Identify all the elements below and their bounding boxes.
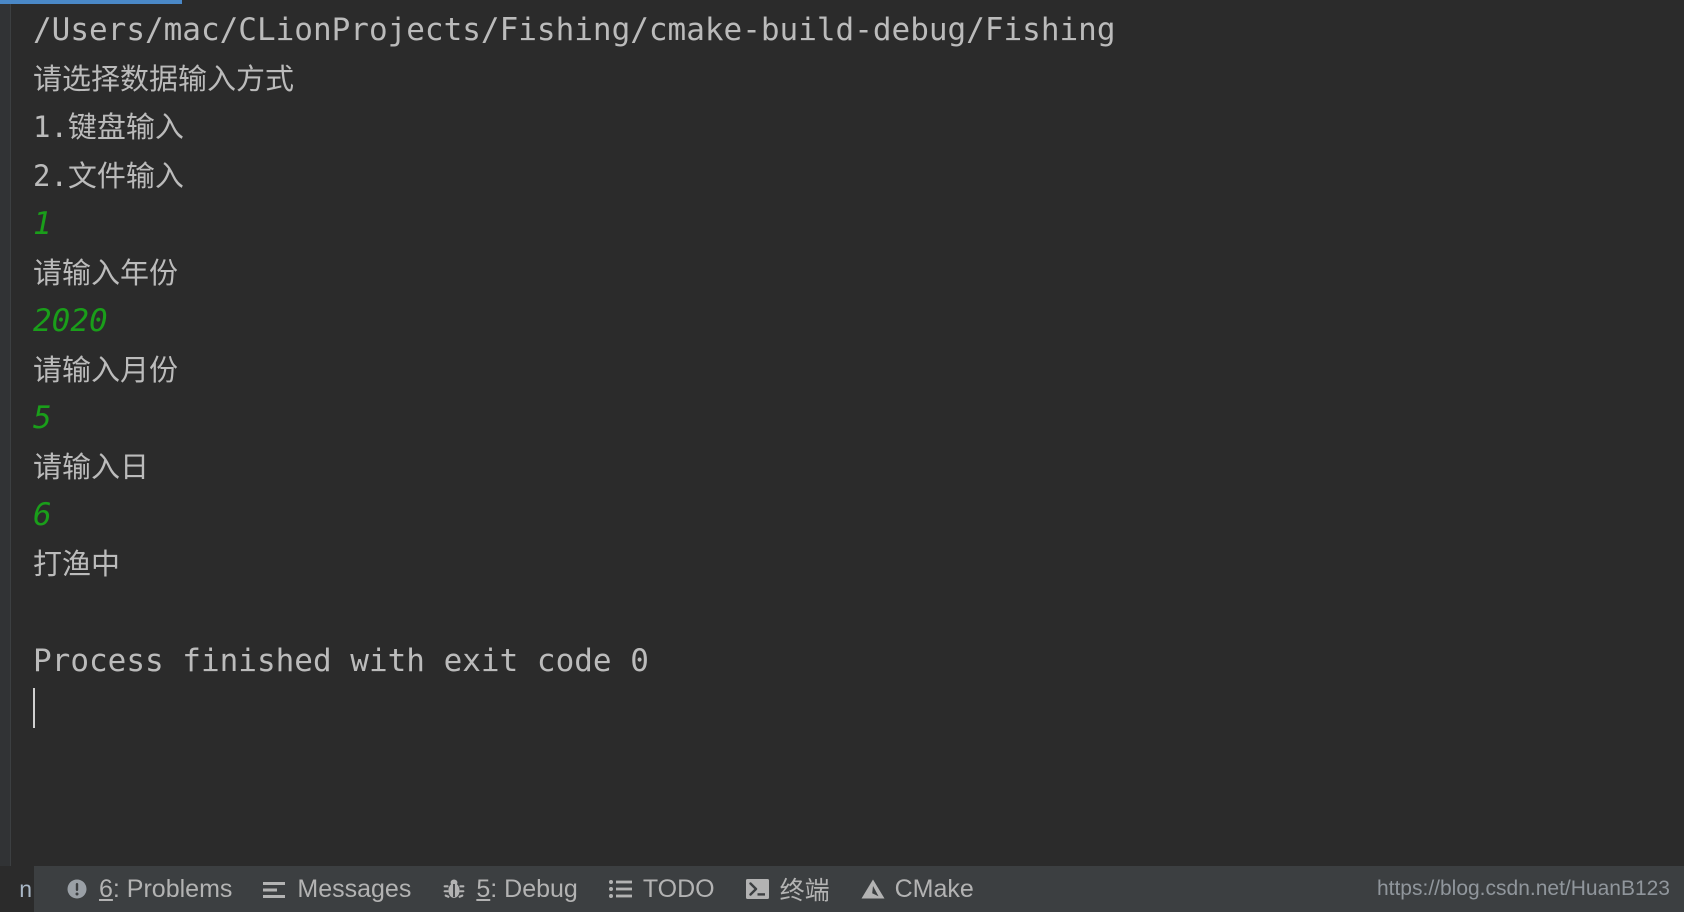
statusbar-item-6-problems[interactable]: 6: Problems — [56, 866, 254, 912]
statusbar-item-text: : Problems — [112, 874, 233, 903]
console-line: 请选择数据输入方式 — [33, 61, 295, 96]
statusbar-item-5-debug[interactable]: 5: Debug — [433, 866, 599, 912]
statusbar-item-todo[interactable]: TODO — [600, 866, 737, 912]
statusbar-item-label: Messages — [297, 874, 412, 903]
console-line: 打渔中 — [33, 546, 121, 581]
messages-lines-icon — [262, 876, 288, 902]
todo-list-icon — [608, 876, 634, 902]
statusbar-item-label: 终端 — [779, 877, 830, 905]
console-output[interactable]: /Users/mac/CLionProjects/Fishing/cmake-b… — [11, 0, 1684, 866]
watermark-url: https://blog.csdn.net/HuanB123 — [1376, 877, 1670, 900]
statusbar-item-text: : Debug — [490, 874, 578, 903]
console-line: 2020 — [33, 303, 108, 339]
text-cursor-icon — [33, 687, 35, 728]
console-line: /Users/mac/CLionProjects/Fishing/cmake-b… — [33, 12, 1116, 48]
statusbar-item-label: 5: Debug — [476, 875, 577, 904]
cmake-triangle-icon — [860, 876, 886, 902]
statusbar-item-mnemonic: 5 — [476, 874, 491, 903]
console-line: 请输入日 — [33, 449, 150, 484]
terminal-icon — [745, 876, 771, 902]
console-line: 请输入月份 — [33, 352, 179, 387]
error-circle-icon — [64, 876, 90, 902]
statusbar-item-label: TODO — [642, 874, 715, 903]
statusbar-item-label: CMake — [894, 874, 974, 903]
clion-run-tool-window: /Users/mac/CLionProjects/Fishing/cmake-b… — [0, 0, 1684, 912]
console-line: 1 — [33, 206, 52, 242]
console-line: 5 — [33, 400, 52, 436]
bug-icon — [441, 876, 467, 902]
statusbar-item-cmake[interactable]: CMake — [852, 866, 996, 912]
console-line: 1.键盘输入 — [33, 110, 184, 144]
console-line: Process finished with exit code 0 — [33, 642, 649, 679]
statusbar-left-clipped-label: n — [0, 866, 34, 912]
console-line: 6 — [33, 497, 52, 533]
statusbar-item-mnemonic: 6 — [99, 874, 113, 903]
active-tab-indicator — [0, 0, 182, 4]
statusbar-item-[interactable]: 终端 — [737, 866, 852, 912]
console-gutter — [0, 0, 11, 866]
console-line: 请输入年份 — [33, 255, 179, 290]
console-line: 2.文件输入 — [33, 158, 184, 193]
statusbar-item-messages[interactable]: Messages — [254, 866, 433, 912]
console-area: /Users/mac/CLionProjects/Fishing/cmake-b… — [0, 0, 1684, 866]
console-caret — [33, 685, 1684, 734]
tool-window-status-bar: n 6: Problems Messages 5: Debug TODO 终端 CMake… — [0, 866, 1684, 912]
statusbar-item-label: 6: Problems — [99, 875, 232, 904]
